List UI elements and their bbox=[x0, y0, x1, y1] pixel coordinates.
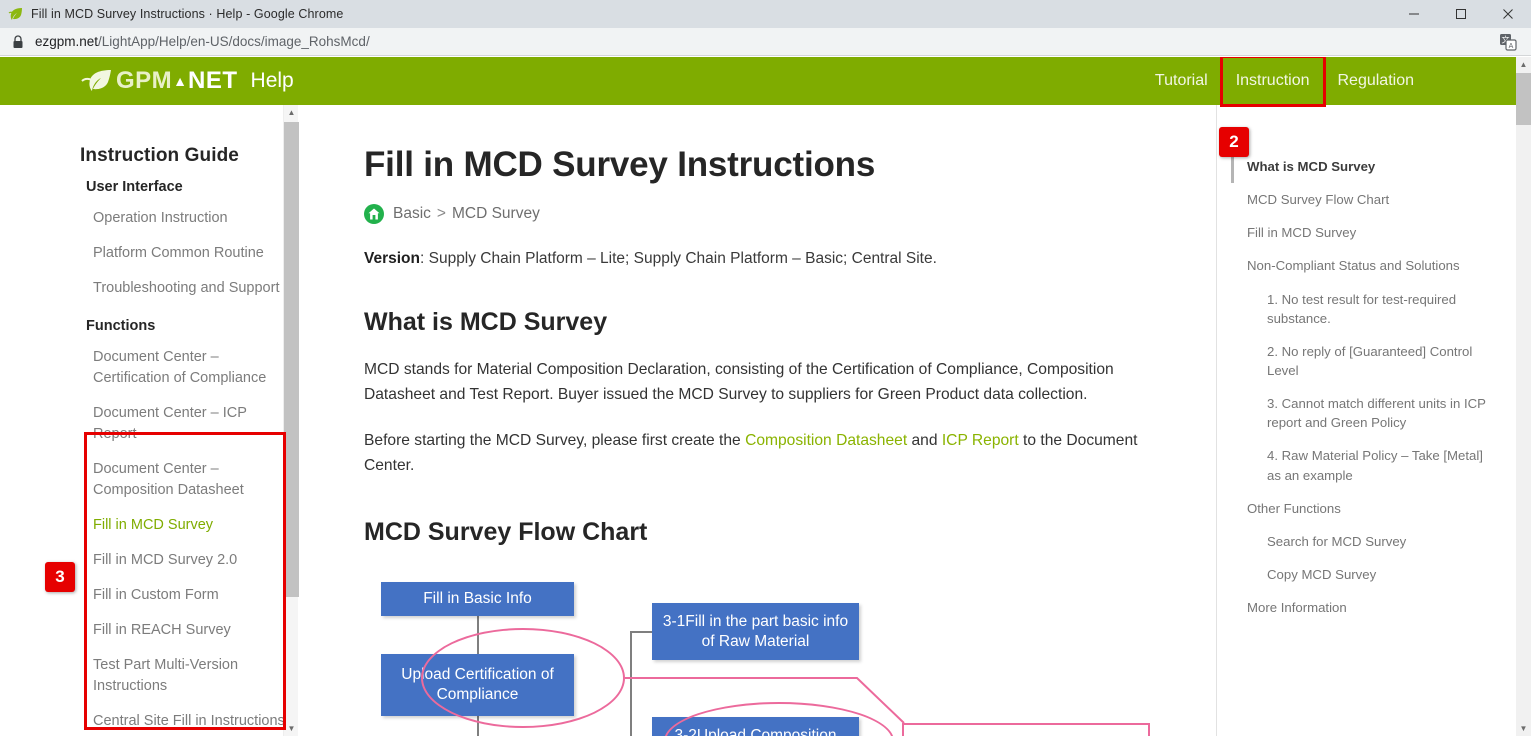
para2-mid: and bbox=[907, 431, 942, 449]
leaf-logo-icon bbox=[80, 68, 114, 94]
browser-window: Fill in MCD Survey Instructions · Help -… bbox=[0, 0, 1531, 736]
flow-connector-5 bbox=[630, 631, 652, 633]
toc-item-fill-in-mcd-survey[interactable]: Fill in MCD Survey bbox=[1231, 216, 1498, 249]
link-icp-report[interactable]: ICP Report bbox=[942, 432, 1019, 449]
page-body: Instruction Guide User Interface Operati… bbox=[0, 105, 1516, 736]
lock-icon bbox=[12, 34, 24, 49]
brand-gpm-text: GPM bbox=[116, 67, 173, 94]
annotation-badge-3: 3 bbox=[45, 562, 75, 592]
window-controls bbox=[1390, 0, 1531, 28]
page-scroll-up-icon[interactable]: ▲ bbox=[1516, 57, 1531, 72]
annotation-callout-select-files: Select the existing files from the bbox=[902, 723, 1150, 736]
tab-title: Fill in MCD Survey Instructions · Help -… bbox=[31, 7, 344, 21]
flow-connector-1 bbox=[477, 614, 479, 656]
scroll-up-icon[interactable]: ▲ bbox=[284, 105, 299, 120]
flow-chart: Fill in Basic Info Upload Certification … bbox=[364, 575, 1184, 736]
sidebar-item-fill-in-custom-form[interactable]: Fill in Custom Form bbox=[93, 578, 285, 613]
toc-item-cannot-match-units[interactable]: 3. Cannot match different units in ICP r… bbox=[1231, 387, 1498, 439]
page-scroll-down-icon[interactable]: ▼ bbox=[1516, 721, 1531, 736]
svg-text:A: A bbox=[1509, 43, 1514, 50]
browser-titlebar: Fill in MCD Survey Instructions · Help -… bbox=[0, 0, 1531, 28]
annotation-badge-2: 2 bbox=[1219, 127, 1249, 157]
toc-item-no-reply-guaranteed[interactable]: 2. No reply of [Guaranteed] Control Leve… bbox=[1231, 335, 1498, 387]
top-navigation: Tutorial Instruction Regulation bbox=[1141, 57, 1429, 107]
sidebar-group-user-interface: User Interface bbox=[86, 179, 183, 195]
address-bar[interactable]: ezgpm.net/LightApp/Help/en-US/docs/image… bbox=[0, 28, 1531, 56]
sidebar-item-troubleshooting-and-support[interactable]: Troubleshooting and Support bbox=[93, 271, 285, 306]
sidebar-item-doc-center-icp-report[interactable]: Document Center – ICP Report bbox=[93, 396, 285, 452]
site-header: GPM ▲ NET Help Tutorial Instruction Regu… bbox=[0, 57, 1516, 157]
flow-box-upload-certification[interactable]: Upload Certification of Compliance bbox=[381, 654, 574, 716]
page-scroll-thumb[interactable] bbox=[1516, 73, 1531, 125]
sidebar-item-central-site-fill-in[interactable]: Central Site Fill in Instructions bbox=[93, 704, 285, 736]
home-icon[interactable] bbox=[364, 204, 384, 224]
paragraph-before-starting: Before starting the MCD Survey, please f… bbox=[364, 428, 1154, 479]
flow-connector-4 bbox=[630, 631, 632, 736]
url-host: ezgpm.net bbox=[35, 34, 99, 49]
nav-item-instruction[interactable]: Instruction bbox=[1219, 57, 1326, 107]
brand-help-text: Help bbox=[250, 69, 294, 92]
page-title: Fill in MCD Survey Instructions bbox=[364, 145, 876, 184]
paragraph-what-is-mcd: MCD stands for Material Composition Decl… bbox=[364, 361, 1114, 404]
close-button[interactable] bbox=[1484, 0, 1531, 28]
flow-box-3-2-upload-composition[interactable]: 3-2Upload Composition Datasheet bbox=[652, 717, 859, 736]
flow-box-3-1-part-basic-info[interactable]: 3-1Fill in the part basic info of Raw Ma… bbox=[652, 603, 859, 660]
toc-item-copy-mcd-survey[interactable]: Copy MCD Survey bbox=[1231, 558, 1498, 591]
breadcrumb-item-mcd-survey[interactable]: MCD Survey bbox=[452, 205, 540, 223]
sidebar-item-test-part-multi-version[interactable]: Test Part Multi-Version Instructions bbox=[93, 648, 285, 704]
sidebar-scrollbar[interactable]: ▲ ▼ bbox=[283, 105, 299, 736]
nav-item-tutorial[interactable]: Tutorial bbox=[1141, 57, 1222, 105]
breadcrumb: Basic > MCD Survey bbox=[364, 204, 1204, 224]
toc-item-other-functions[interactable]: Other Functions bbox=[1231, 492, 1498, 525]
toc-item-what-is-mcd-survey[interactable]: What is MCD Survey bbox=[1231, 150, 1498, 183]
sidebar-item-doc-center-composition-datasheet[interactable]: Document Center – Composition Datasheet bbox=[93, 452, 285, 508]
left-sidebar: Instruction Guide User Interface Operati… bbox=[0, 105, 300, 736]
toc-item-mcd-survey-flow-chart[interactable]: MCD Survey Flow Chart bbox=[1231, 183, 1498, 216]
sidebar-item-operation-instruction[interactable]: Operation Instruction bbox=[93, 201, 285, 236]
translate-icon[interactable]: 文 A bbox=[1499, 33, 1517, 51]
sidebar-scroll-thumb[interactable] bbox=[284, 122, 299, 597]
scroll-down-icon[interactable]: ▼ bbox=[284, 721, 299, 736]
version-label: Version bbox=[364, 250, 420, 267]
sidebar-item-doc-center-certification[interactable]: Document Center – Certification of Compl… bbox=[93, 340, 285, 396]
version-value: : Supply Chain Platform – Lite; Supply C… bbox=[420, 250, 937, 267]
leaf-icon bbox=[8, 6, 24, 22]
triangle-icon: ▲ bbox=[173, 73, 188, 89]
url-path: /LightApp/Help/en-US/docs/image_RohsMcd/ bbox=[98, 34, 370, 49]
toc-item-more-information[interactable]: More Information bbox=[1231, 591, 1498, 624]
right-toc: What is MCD Survey MCD Survey Flow Chart… bbox=[1216, 105, 1516, 736]
toc-item-no-test-result[interactable]: 1. No test result for test-required subs… bbox=[1231, 283, 1498, 335]
para2-before: Before starting the MCD Survey, please f… bbox=[364, 431, 746, 449]
breadcrumb-separator: > bbox=[436, 205, 446, 222]
sidebar-item-platform-common-routine[interactable]: Platform Common Routine bbox=[93, 236, 285, 271]
sidebar-group-functions: Functions bbox=[86, 318, 156, 335]
version-line: Version: Supply Chain Platform – Lite; S… bbox=[364, 250, 1204, 268]
site-logo[interactable]: GPM ▲ NET Help bbox=[80, 67, 294, 95]
minimize-button[interactable] bbox=[1390, 0, 1437, 28]
url-text: ezgpm.net/LightApp/Help/en-US/docs/image… bbox=[35, 34, 370, 49]
flow-connector-2 bbox=[477, 716, 479, 736]
page-scrollbar[interactable]: ▲ ▼ bbox=[1516, 57, 1531, 736]
brand-net-text: NET bbox=[188, 67, 238, 94]
flow-box-fill-in-basic-info[interactable]: Fill in Basic Info bbox=[381, 582, 574, 616]
nav-item-regulation[interactable]: Regulation bbox=[1324, 57, 1429, 105]
link-composition-datasheet[interactable]: Composition Datasheet bbox=[745, 432, 907, 449]
sidebar-item-fill-in-mcd-survey[interactable]: Fill in MCD Survey bbox=[93, 508, 285, 543]
main-content: Fill in MCD Survey Instructions Basic > … bbox=[300, 105, 1204, 736]
section-title-what-is-mcd-survey: What is MCD Survey bbox=[364, 308, 608, 336]
page-viewport: GPM ▲ NET Help Tutorial Instruction Regu… bbox=[0, 57, 1531, 736]
breadcrumb-item-basic[interactable]: Basic bbox=[393, 205, 431, 223]
sidebar-item-fill-in-reach-survey[interactable]: Fill in REACH Survey bbox=[93, 613, 285, 648]
sidebar-item-fill-in-mcd-survey-20[interactable]: Fill in MCD Survey 2.0 bbox=[93, 543, 285, 578]
toc-item-search-for-mcd-survey[interactable]: Search for MCD Survey bbox=[1231, 525, 1498, 558]
section-title-mcd-survey-flow-chart: MCD Survey Flow Chart bbox=[364, 518, 648, 546]
toc-item-raw-material-policy[interactable]: 4. Raw Material Policy – Take [Metal] as… bbox=[1231, 439, 1498, 491]
toc-item-non-compliant-status[interactable]: Non-Compliant Status and Solutions bbox=[1231, 249, 1498, 282]
maximize-button[interactable] bbox=[1437, 0, 1484, 28]
sidebar-title: Instruction Guide bbox=[80, 145, 239, 166]
